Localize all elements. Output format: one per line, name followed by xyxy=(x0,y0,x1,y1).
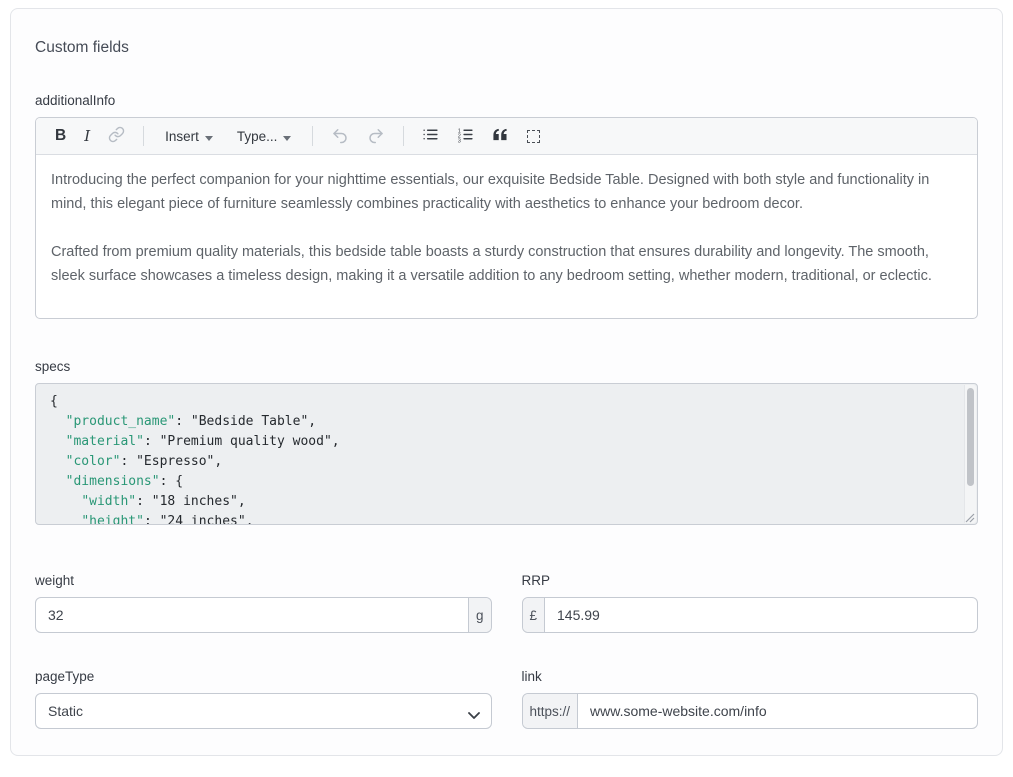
bold-button[interactable]: B xyxy=(49,123,72,149)
editor-toolbar: B I Insert Type... xyxy=(36,118,977,155)
italic-button[interactable]: I xyxy=(78,123,96,149)
numbered-list-icon: 123 xyxy=(457,126,474,146)
field-link: link https:// xyxy=(522,669,979,729)
rrp-input[interactable] xyxy=(545,598,977,632)
type-dropdown-label: Type... xyxy=(237,129,278,144)
editor-content[interactable]: Introducing the perfect companion for yo… xyxy=(36,155,977,318)
resize-handle-icon[interactable] xyxy=(963,511,975,523)
insert-dropdown-label: Insert xyxy=(165,129,199,144)
page-type-label: pageType xyxy=(35,669,492,684)
bullet-list-icon xyxy=(422,126,439,146)
redo-button[interactable] xyxy=(361,122,391,151)
redo-icon xyxy=(367,126,385,147)
specs-label: specs xyxy=(35,359,978,374)
code-line: "dimensions": { xyxy=(50,472,951,492)
link-button[interactable] xyxy=(102,122,131,150)
toolbar-divider xyxy=(143,126,144,146)
type-dropdown[interactable]: Type... xyxy=(231,125,298,148)
specs-textarea[interactable]: { "product_name": "Bedside Table", "mate… xyxy=(35,383,978,525)
blockquote-icon xyxy=(492,128,509,144)
page-title: Custom fields xyxy=(35,39,978,57)
insert-dropdown[interactable]: Insert xyxy=(159,125,219,148)
caret-down-icon xyxy=(205,129,213,144)
weight-input[interactable] xyxy=(36,598,468,632)
page-type-select[interactable]: Static xyxy=(35,693,492,729)
weight-label: weight xyxy=(35,573,492,588)
dashed-box-icon xyxy=(527,130,540,143)
editor-paragraph: Introducing the perfect companion for yo… xyxy=(51,168,962,216)
numbered-list-button[interactable]: 123 xyxy=(451,122,480,150)
link-input-group: https:// xyxy=(522,693,979,729)
code-line: "product_name": "Bedside Table", xyxy=(50,412,951,432)
rrp-label: RRP xyxy=(522,573,979,588)
code-line: "height": "24 inches", xyxy=(50,512,951,524)
svg-text:3: 3 xyxy=(458,138,461,143)
blockquote-button[interactable] xyxy=(486,124,515,148)
field-weight: weight g xyxy=(35,573,492,633)
undo-button[interactable] xyxy=(325,122,355,151)
field-additional-info: additionalInfo B I Insert Type... xyxy=(35,93,978,319)
field-page-type: pageType Static xyxy=(35,669,492,729)
custom-fields-card: Custom fields additionalInfo B I Insert … xyxy=(10,8,1003,756)
link-label: link xyxy=(522,669,979,684)
link-protocol-addon: https:// xyxy=(523,694,579,728)
undo-icon xyxy=(331,126,349,147)
code-line: { xyxy=(50,392,951,412)
rrp-currency-addon: £ xyxy=(523,598,546,632)
scrollbar-thumb[interactable] xyxy=(967,388,974,486)
row-pagetype-link: pageType Static link https:// xyxy=(35,669,978,729)
additional-info-label: additionalInfo xyxy=(35,93,978,108)
weight-unit-addon: g xyxy=(468,598,491,632)
rich-text-editor: B I Insert Type... xyxy=(35,117,978,319)
code-line: "width": "18 inches", xyxy=(50,492,951,512)
specs-scrollbar[interactable] xyxy=(964,385,976,523)
link-input[interactable] xyxy=(578,694,977,728)
page-type-select-wrap: Static xyxy=(35,693,492,729)
link-icon xyxy=(108,126,125,146)
caret-down-icon xyxy=(283,129,291,144)
toolbar-divider xyxy=(403,126,404,146)
weight-input-group: g xyxy=(35,597,492,633)
editor-paragraph: Crafted from premium quality materials, … xyxy=(51,240,962,288)
field-specs: specs { "product_name": "Bedside Table",… xyxy=(35,359,978,525)
field-rrp: RRP £ xyxy=(522,573,979,633)
rrp-input-group: £ xyxy=(522,597,979,633)
table-button[interactable] xyxy=(521,126,546,147)
toolbar-divider xyxy=(312,126,313,146)
bullet-list-button[interactable] xyxy=(416,122,445,150)
code-line: "color": "Espresso", xyxy=(50,452,951,472)
code-line: "material": "Premium quality wood", xyxy=(50,432,951,452)
row-weight-rrp: weight g RRP £ xyxy=(35,573,978,633)
specs-code: { "product_name": "Bedside Table", "mate… xyxy=(36,384,977,524)
